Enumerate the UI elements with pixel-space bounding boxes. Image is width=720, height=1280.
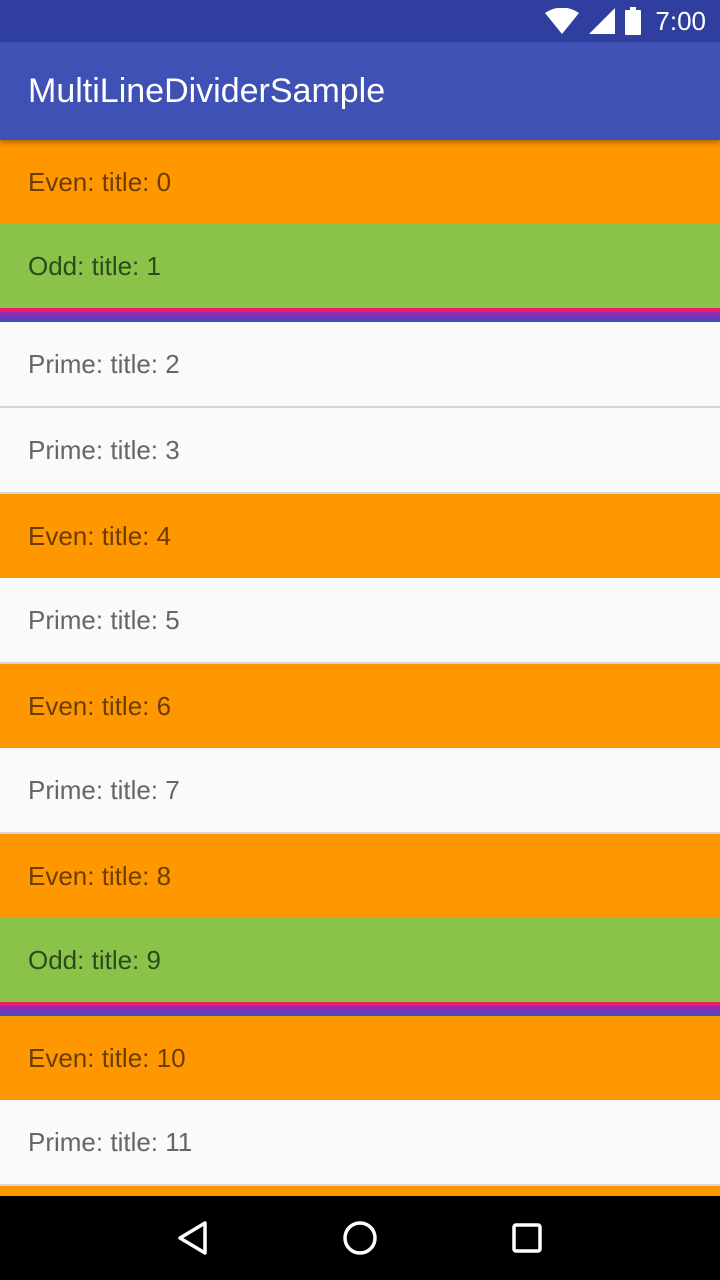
battery-icon bbox=[625, 7, 642, 35]
list-item-label: Even: title: 10 bbox=[28, 1042, 186, 1073]
list-item-label: Even: title: 0 bbox=[28, 166, 172, 197]
list-item[interactable]: Odd: title: 9 bbox=[0, 918, 720, 1002]
list-item[interactable] bbox=[0, 1186, 720, 1196]
list-item-label: Even: title: 8 bbox=[28, 860, 172, 891]
navigation-bar bbox=[0, 1196, 720, 1280]
list-item[interactable]: Odd: title: 1 bbox=[0, 224, 720, 308]
status-bar: 7:00 bbox=[0, 0, 720, 42]
back-icon[interactable] bbox=[163, 1208, 223, 1268]
list-item[interactable]: Prime: title: 2 bbox=[0, 322, 720, 406]
item-list[interactable]: Even: title: 0 Odd: title: 1 Prime: titl… bbox=[0, 140, 720, 1196]
recents-icon[interactable] bbox=[497, 1208, 557, 1268]
app-bar: MultiLineDividerSample bbox=[0, 42, 720, 140]
multi-line-divider bbox=[0, 308, 720, 322]
multi-line-divider bbox=[0, 1002, 720, 1016]
wifi-icon bbox=[545, 8, 580, 34]
list-item-label: Prime: title: 2 bbox=[28, 348, 180, 379]
list-item[interactable]: Even: title: 6 bbox=[0, 664, 720, 748]
list-item-label: Odd: title: 9 bbox=[28, 944, 161, 975]
list-item[interactable]: Prime: title: 11 bbox=[0, 1100, 720, 1184]
list-item[interactable]: Even: title: 8 bbox=[0, 834, 720, 918]
list-item-label: Prime: title: 5 bbox=[28, 604, 180, 635]
app-title: MultiLineDividerSample bbox=[28, 71, 386, 110]
home-icon[interactable] bbox=[330, 1208, 390, 1268]
cell-signal-icon bbox=[589, 8, 616, 34]
list-item[interactable]: Even: title: 0 bbox=[0, 140, 720, 224]
list-item-label: Odd: title: 1 bbox=[28, 250, 161, 281]
list-item[interactable]: Prime: title: 5 bbox=[0, 578, 720, 662]
list-item-label: Prime: title: 11 bbox=[28, 1126, 193, 1157]
list-item-label: Prime: title: 3 bbox=[28, 434, 180, 465]
list-item[interactable]: Even: title: 4 bbox=[0, 494, 720, 578]
list-item-label: Even: title: 4 bbox=[28, 520, 172, 551]
list-item-label: Prime: title: 7 bbox=[28, 774, 180, 805]
list-item[interactable]: Even: title: 10 bbox=[0, 1016, 720, 1100]
list-item-label: Even: title: 6 bbox=[28, 690, 172, 721]
list-item[interactable]: Prime: title: 3 bbox=[0, 408, 720, 492]
status-time: 7:00 bbox=[655, 5, 706, 36]
list-item[interactable]: Prime: title: 7 bbox=[0, 748, 720, 832]
